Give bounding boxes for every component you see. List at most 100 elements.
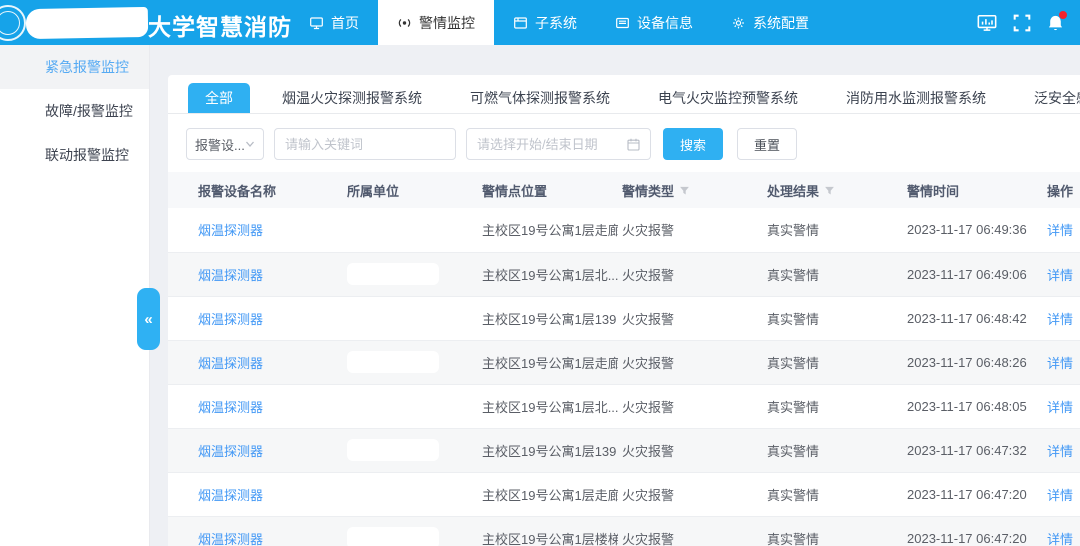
alarm-table: 报警设备名称所属单位警情点位置警情类型处理结果警情时间操作 烟温探测器主校区19… — [168, 172, 1080, 546]
detail-link[interactable]: 详情 — [1047, 265, 1073, 284]
detail-link[interactable]: 详情 — [1047, 397, 1073, 416]
date-range-picker[interactable] — [466, 128, 651, 160]
reset-button[interactable]: 重置 — [737, 128, 797, 160]
redaction-blob — [347, 263, 439, 285]
device-name-cell: 烟温探测器 — [168, 384, 343, 428]
tab-pan-safety-sensing-system[interactable]: 泛安全感知探测报警系统 — [1018, 83, 1080, 113]
nav-item-label: 设备信息 — [637, 13, 693, 33]
redaction-blob — [347, 351, 439, 373]
nav-item-home[interactable]: 首页 — [290, 0, 378, 45]
unit-cell — [343, 428, 478, 472]
actions-cell: 详情处理 — [1043, 384, 1080, 428]
sidebar-item-fault-alarm-monitor[interactable]: 故障/报警监控 — [0, 89, 149, 133]
device-name-cell: 烟温探测器 — [168, 516, 343, 546]
top-navbar: 大学智慧消防 首页警情监控 子系统 设备信息系统配置 — [0, 0, 1080, 45]
location-cell: 主校区19号公寓1层139 — [478, 428, 618, 472]
filter-bar: 报警设... 搜索 重置 — [186, 128, 1080, 160]
nav-item-label: 子系统 — [535, 13, 577, 33]
calendar-icon — [627, 138, 640, 151]
detail-link[interactable]: 详情 — [1047, 485, 1073, 504]
date-range-input[interactable] — [477, 137, 627, 152]
sidebar-collapse-button[interactable]: « — [137, 288, 160, 350]
nav-item-device-info[interactable]: 设备信息 — [596, 0, 712, 45]
notification-bell-icon[interactable] — [1047, 14, 1064, 32]
fullscreen-icon[interactable] — [1013, 14, 1031, 32]
device-name-link[interactable]: 烟温探测器 — [198, 356, 263, 371]
detail-link[interactable]: 详情 — [1047, 529, 1073, 546]
table-row: 烟温探测器主校区19号公寓1层北...火灾报警真实警情2023-11-17 06… — [168, 384, 1080, 428]
time-cell: 2023-11-17 06:49:06 — [903, 252, 1043, 296]
tab-fire-water-system[interactable]: 消防用水监测报警系统 — [830, 83, 1002, 113]
tab-smoke-temp-fire-system[interactable]: 烟温火灾探测报警系统 — [266, 83, 438, 113]
time-cell: 2023-11-17 06:48:26 — [903, 340, 1043, 384]
table-row: 烟温探测器主校区19号公寓1层139火灾报警真实警情2023-11-17 06:… — [168, 296, 1080, 340]
redaction-blob — [347, 527, 439, 546]
nav-item-alarm-monitor[interactable]: 警情监控 — [378, 0, 494, 45]
keyword-input[interactable] — [274, 128, 456, 160]
main-nav: 首页警情监控 子系统 设备信息系统配置 — [290, 0, 828, 45]
detail-link[interactable]: 详情 — [1047, 441, 1073, 460]
result-cell: 真实警情 — [763, 384, 903, 428]
smart-fire-app: { "colors": { "navbar_blue": "#16a3e9", … — [0, 0, 1080, 546]
column-header: 警情类型 — [618, 172, 763, 208]
result-cell: 真实警情 — [763, 428, 903, 472]
detail-link[interactable]: 详情 — [1047, 220, 1073, 239]
alarm-type-cell: 火灾报警 — [618, 340, 763, 384]
alarm-type-cell: 火灾报警 — [618, 472, 763, 516]
redaction-blob — [26, 7, 149, 39]
dashboard-icon[interactable] — [977, 14, 997, 32]
redaction-blob — [347, 395, 439, 417]
window-icon — [513, 16, 528, 30]
table-row: 烟温探测器主校区19号公寓1层楼梯3火灾报警真实警情2023-11-17 06:… — [168, 516, 1080, 546]
alarm-type-cell: 火灾报警 — [618, 428, 763, 472]
device-name-link[interactable]: 烟温探测器 — [198, 223, 263, 238]
unit-cell — [343, 516, 478, 546]
search-button[interactable]: 搜索 — [663, 128, 723, 160]
nav-item-system-config[interactable]: 系统配置 — [712, 0, 828, 45]
alarm-type-cell: 火灾报警 — [618, 384, 763, 428]
device-name-link[interactable]: 烟温探测器 — [198, 312, 263, 327]
device-name-link[interactable]: 烟温探测器 — [198, 444, 263, 459]
unit-cell — [343, 384, 478, 428]
result-cell: 真实警情 — [763, 296, 903, 340]
nav-item-subsystem[interactable]: 子系统 — [494, 0, 596, 45]
app-title: 大学智慧消防 — [148, 8, 292, 42]
detail-link[interactable]: 详情 — [1047, 309, 1073, 328]
sidebar-item-linkage-alarm-monitor[interactable]: 联动报警监控 — [0, 133, 149, 177]
actions-cell: 详情处理 — [1043, 472, 1080, 516]
tab-electrical-fire-system[interactable]: 电气火灾监控预警系统 — [642, 83, 814, 113]
alarm-type-select[interactable]: 报警设... — [186, 128, 264, 160]
actions-cell: 详情处理 — [1043, 340, 1080, 384]
location-cell: 主校区19号公寓1层北... — [478, 252, 618, 296]
alarm-type-cell: 火灾报警 — [618, 208, 763, 252]
column-label: 警情点位置 — [482, 181, 547, 200]
time-cell: 2023-11-17 06:48:42 — [903, 296, 1043, 340]
device-name-link[interactable]: 烟温探测器 — [198, 488, 263, 503]
actions-cell: 详情处理 — [1043, 208, 1080, 252]
device-name-link[interactable]: 烟温探测器 — [198, 532, 263, 546]
detail-link[interactable]: 详情 — [1047, 353, 1073, 372]
device-name-cell: 烟温探测器 — [168, 428, 343, 472]
filter-funnel-icon[interactable] — [824, 185, 835, 196]
time-cell: 2023-11-17 06:47:20 — [903, 516, 1043, 546]
location-cell: 主校区19号公寓1层走廊4 — [478, 208, 618, 252]
column-header: 警情点位置 — [478, 172, 618, 208]
device-name-link[interactable]: 烟温探测器 — [198, 400, 263, 415]
table-row: 烟温探测器主校区19号公寓1层走廊4火灾报警真实警情2023-11-17 06:… — [168, 208, 1080, 252]
tab-combustible-gas-system[interactable]: 可燃气体探测报警系统 — [454, 83, 626, 113]
device-name-link[interactable]: 烟温探测器 — [198, 268, 263, 283]
table-row: 烟温探测器主校区19号公寓1层139火灾报警真实警情2023-11-17 06:… — [168, 428, 1080, 472]
column-header: 操作 — [1043, 172, 1080, 208]
sidebar-item-emergency-alarm-monitor[interactable]: 紧急报警监控 — [0, 45, 149, 89]
alarm-table-body: 烟温探测器主校区19号公寓1层走廊4火灾报警真实警情2023-11-17 06:… — [168, 208, 1080, 546]
filter-funnel-icon[interactable] — [679, 185, 690, 196]
unit-cell — [343, 208, 478, 252]
select-value: 报警设... — [195, 135, 245, 154]
actions-cell: 详情处理 — [1043, 252, 1080, 296]
table-row: 烟温探测器主校区19号公寓1层走廊4火灾报警真实警情2023-11-17 06:… — [168, 340, 1080, 384]
unit-cell — [343, 472, 478, 516]
result-cell: 真实警情 — [763, 472, 903, 516]
column-header: 所属单位 — [343, 172, 478, 208]
unit-cell — [343, 296, 478, 340]
tab-all[interactable]: 全部 — [188, 83, 250, 113]
